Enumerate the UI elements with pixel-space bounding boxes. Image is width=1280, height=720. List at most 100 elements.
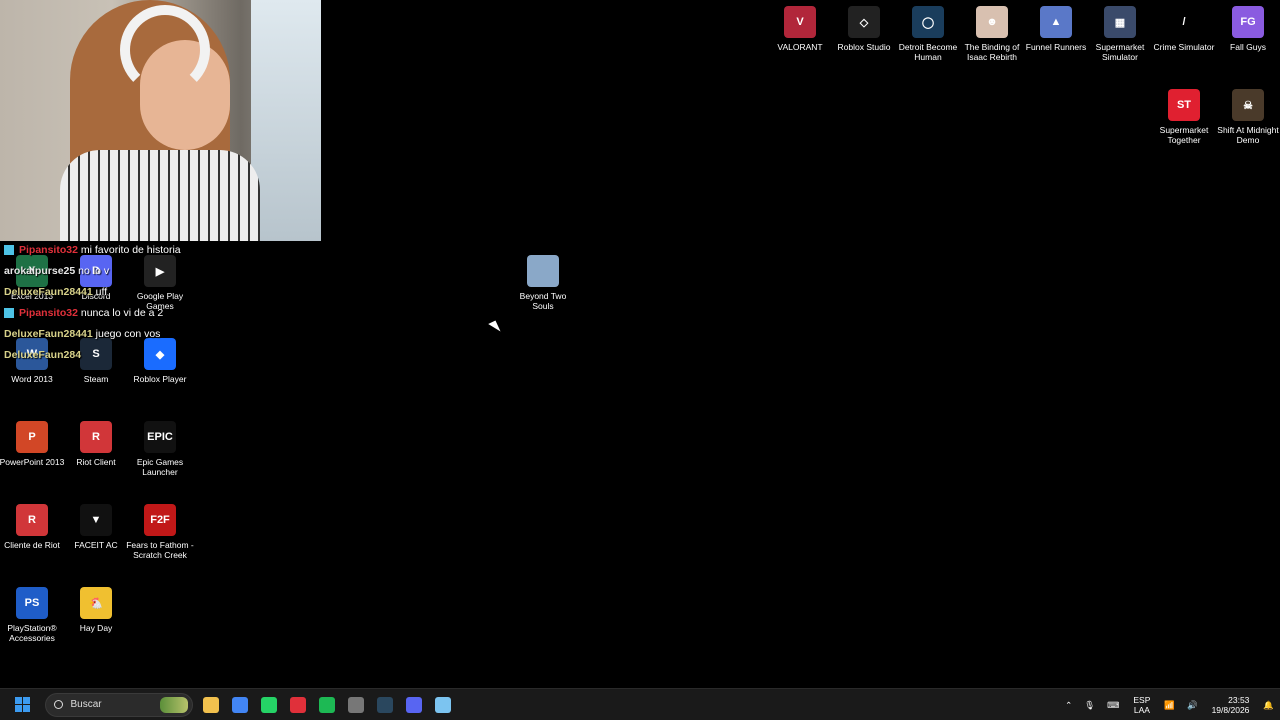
system-tray: ⌃ 🎙 ⌨ ESP LAA 📶 🔊 23:53 19/8/2026 🔔 <box>1059 689 1280 720</box>
desktop-shortcut-label: FACEIT AC <box>74 540 118 550</box>
desktop-shortcut-label: VALORANT <box>777 42 823 52</box>
file-explorer-icon <box>203 696 219 713</box>
desktop-shortcut[interactable]: R Cliente de Riot <box>0 504 64 550</box>
beyond-two-souls-icon <box>527 255 559 287</box>
desktop-shortcut-label: Cliente de Riot <box>4 540 60 550</box>
chat-text: uff <box>95 286 108 298</box>
chat-message: Pipansito32 mi favorito de historia <box>4 242 204 263</box>
desktop-shortcut[interactable]: F2F Fears to Fathom - Scratch Creek <box>126 504 194 560</box>
desktop-shortcut[interactable]: Beyond Two Souls <box>511 255 575 311</box>
desktop-shortcut[interactable]: ◯ Detroit Become Human <box>896 6 960 62</box>
taskbar-app-button[interactable] <box>284 691 312 719</box>
desktop-shortcut-label: Detroit Become Human <box>898 42 958 62</box>
chat-badge-icon <box>4 245 14 256</box>
desktop-shortcut-label: Riot Client <box>76 457 116 467</box>
desktop-shortcut-label: Fall Guys <box>1230 42 1266 52</box>
clock-date: 19/8/2026 <box>1211 705 1250 715</box>
desktop-shortcut-label: Roblox Player <box>133 374 187 384</box>
search-highlight-icon <box>159 696 188 713</box>
chat-badge-icon <box>4 308 14 319</box>
whatsapp-icon <box>261 696 277 713</box>
desktop-shortcut-label: PowerPoint 2013 <box>0 457 65 467</box>
chat-username: Pipansito32 <box>19 307 78 319</box>
shift-at-midnight-icon: ☠ <box>1232 89 1264 121</box>
valorant-icon: V <box>784 6 816 38</box>
show-hidden-icons-icon[interactable]: ⌃ <box>1065 700 1072 711</box>
desktop-shortcut-label: Word 2013 <box>11 374 53 384</box>
clock[interactable]: 23:53 19/8/2026 <box>1212 695 1250 715</box>
search-box[interactable]: Buscar <box>44 692 193 717</box>
taskbar: Buscar ⌃ 🎙 ⌨ ESP LAA 📶 🔊 23:53 19/8/2026… <box>0 688 1280 720</box>
chat-message: DeluxeFaun284 <box>4 347 204 368</box>
crime-simulator-icon: / <box>1168 6 1200 38</box>
discord-icon <box>406 696 422 713</box>
keyboard-icon[interactable]: ⌨ <box>1107 700 1119 711</box>
volume-icon[interactable]: 🔊 <box>1187 700 1198 711</box>
desktop-shortcut[interactable]: ☻ The Binding of Isaac Rebirth <box>960 6 1024 62</box>
notepad-icon <box>435 696 451 713</box>
recorder-icon <box>348 696 364 713</box>
chat-username: DeluxeFaun28441 <box>4 286 93 298</box>
mouse-cursor-icon <box>488 320 501 335</box>
desktop-shortcut-label: Epic Games Launcher <box>136 457 184 477</box>
lang-bottom: LAA <box>1133 705 1150 715</box>
faceit-icon: ▼ <box>80 504 112 536</box>
desktop[interactable]: X Excel 2013 D Discord ▶ Google Play Games W Wo… <box>0 0 1280 688</box>
desktop-shortcut-label: Shift At Midnight Demo <box>1217 125 1279 145</box>
clock-time: 23:53 <box>1228 695 1250 705</box>
desktop-shortcut[interactable]: ◇ Roblox Studio <box>832 6 896 52</box>
desktop-shortcut-label: Supermarket Simulator <box>1095 42 1145 62</box>
chat-message: DeluxeFaun28441 juego con vos <box>4 326 204 347</box>
taskbar-app-button[interactable] <box>313 691 341 719</box>
opera-icon <box>290 696 306 713</box>
chat-message: Pipansito32 nunca lo vi de a 2 <box>4 305 204 326</box>
microphone-icon[interactable]: 🎙 <box>1084 700 1095 711</box>
desktop-shortcut-label: PlayStation® Accessories <box>7 623 57 643</box>
search-icon <box>53 700 63 709</box>
chat-username: Pipansito32 <box>19 244 78 256</box>
steam-icon <box>377 696 393 713</box>
supermarket-simulator-icon: ▦ <box>1104 6 1136 38</box>
desktop-shortcut[interactable]: ST Supermarket Together <box>1152 89 1216 145</box>
taskbar-app-button[interactable] <box>255 691 283 719</box>
desktop-shortcut[interactable]: V VALORANT <box>768 6 832 52</box>
desktop-shortcut[interactable]: R Riot Client <box>64 421 128 467</box>
desktop-shortcut-label: Supermarket Together <box>1159 125 1209 145</box>
desktop-shortcut-label: Steam <box>83 374 109 384</box>
chat-text: nunca lo vi de a 2 <box>80 307 164 319</box>
desktop-shortcut-label: The Binding of Isaac Rebirth <box>964 42 1020 62</box>
playstation-accessories-icon: PS <box>16 587 48 619</box>
desktop-shortcut[interactable]: ▦ Supermarket Simulator <box>1088 6 1152 62</box>
desktop-shortcut[interactable]: ▼ FACEIT AC <box>64 504 128 550</box>
desktop-shortcut[interactable]: P PowerPoint 2013 <box>0 421 64 467</box>
taskbar-app-button[interactable] <box>400 691 428 719</box>
cliente-de-riot-icon: R <box>16 504 48 536</box>
desktop-shortcut-label: Beyond Two Souls <box>519 291 567 311</box>
spotify-icon <box>319 696 335 713</box>
epic-games-icon: EPIC <box>144 421 176 453</box>
riot-client-icon: R <box>80 421 112 453</box>
notifications-icon[interactable]: 🔔 <box>1263 700 1274 711</box>
desktop-shortcut[interactable]: ▲ Funnel Runners <box>1024 6 1088 52</box>
chat-username: arokaipurse25 <box>4 265 76 277</box>
wifi-icon[interactable]: 📶 <box>1164 700 1175 711</box>
taskbar-app-button[interactable] <box>429 691 457 719</box>
funnel-runners-icon: ▲ <box>1040 6 1072 38</box>
taskbar-app-button[interactable] <box>342 691 370 719</box>
taskbar-app-button[interactable] <box>226 691 254 719</box>
taskbar-app-button[interactable] <box>197 691 225 719</box>
desktop-shortcut[interactable]: FG Fall Guys <box>1216 6 1280 52</box>
language-indicator[interactable]: ESP LAA <box>1133 695 1150 715</box>
desktop-shortcut-label: Roblox Studio <box>837 42 891 52</box>
start-button[interactable] <box>8 691 36 719</box>
chat-text: juego con vos <box>95 328 161 340</box>
taskbar-app-button[interactable] <box>371 691 399 719</box>
supermarket-together-icon: ST <box>1168 89 1200 121</box>
desktop-shortcut[interactable]: PS PlayStation® Accessories <box>0 587 64 643</box>
desktop-shortcut[interactable]: / Crime Simulator <box>1152 6 1216 52</box>
powerpoint-icon: P <box>16 421 48 453</box>
desktop-shortcut[interactable]: 🐔 Hay Day <box>64 587 128 633</box>
chat-overlay: Pipansito32 mi favorito de historia aroka… <box>4 242 204 368</box>
desktop-shortcut[interactable]: ☠ Shift At Midnight Demo <box>1216 89 1280 145</box>
desktop-shortcut[interactable]: EPIC Epic Games Launcher <box>128 421 192 477</box>
